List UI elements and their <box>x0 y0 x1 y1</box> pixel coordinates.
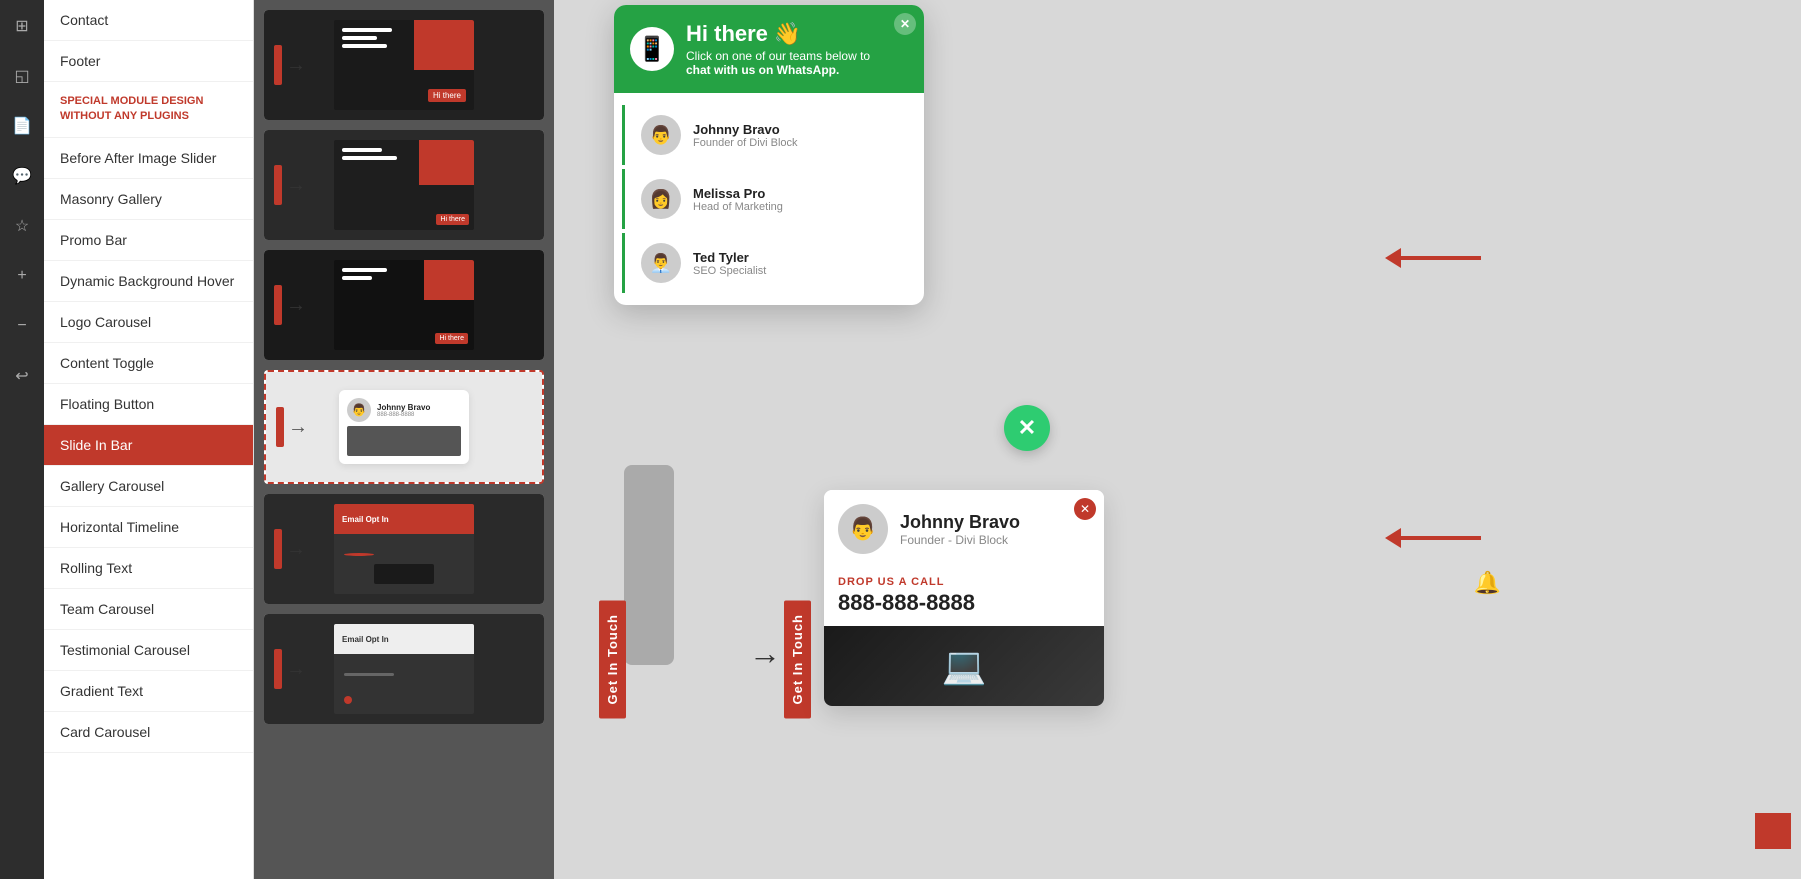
floating-card-avatar: 👨 <box>838 504 888 554</box>
star-icon[interactable]: ☆ <box>6 210 38 242</box>
preview-panel: → Hi there → <box>254 0 554 879</box>
ted-role: SEO Specialist <box>693 265 766 277</box>
nav-item-footer[interactable]: Footer <box>44 41 253 82</box>
whatsapp-header: 📱 Hi there 👋 Click on one of our teams b… <box>614 5 924 93</box>
contact-item-johnny[interactable]: 👨 Johnny Bravo Founder of Divi Block <box>622 105 916 165</box>
floating-card-close-button[interactable]: ✕ <box>1074 498 1096 520</box>
black-arrow-indicator: → <box>749 635 781 672</box>
nav-item-team-carousel[interactable]: Team Carousel <box>44 589 253 630</box>
nav-item-card-carousel[interactable]: Card Carousel <box>44 712 253 753</box>
contact-item-melissa[interactable]: 👩 Melissa Pro Head of Marketing <box>622 169 916 229</box>
preview-card-6[interactable]: → Email Opt In <box>264 614 544 724</box>
nav-item-contact[interactable]: Contact <box>44 0 253 41</box>
floating-card-body: DROP US A CALL 888-888-8888 💻 <box>824 568 1104 706</box>
mobile-preview <box>624 465 674 665</box>
whatsapp-popup: 📱 Hi there 👋 Click on one of our teams b… <box>614 5 924 305</box>
ted-name: Ted Tyler <box>693 250 766 265</box>
johnny-avatar: 👨 <box>641 115 681 155</box>
preview-card-2[interactable]: → Hi there <box>264 130 544 240</box>
layers-icon[interactable]: ◱ <box>6 60 38 92</box>
file-icon[interactable]: 📄 <box>6 110 38 142</box>
contact-item-ted[interactable]: 👨‍💼 Ted Tyler SEO Specialist <box>622 233 916 293</box>
main-area: 📱 Hi there 👋 Click on one of our teams b… <box>554 0 1801 879</box>
red-square-corner <box>1755 813 1791 849</box>
whatsapp-subtitle: Click on one of our teams below to chat … <box>686 49 870 77</box>
preview-card-5[interactable]: → Email Opt In <box>264 494 544 604</box>
preview-card-3[interactable]: → Hi there <box>264 250 544 360</box>
floating-card-popup: 👨 Johnny Bravo Founder - Divi Block ✕ DR… <box>824 490 1104 706</box>
preview-card-1[interactable]: → Hi there <box>264 10 544 120</box>
nav-item-horizontal-timeline[interactable]: Horizontal Timeline <box>44 507 253 548</box>
nav-item-dynamic-bg[interactable]: Dynamic Background Hover <box>44 261 253 302</box>
johnny-role: Founder of Divi Block <box>693 137 798 149</box>
nav-item-content-toggle[interactable]: Content Toggle <box>44 343 253 384</box>
red-arrow-2 <box>1385 528 1481 548</box>
whatsapp-close-button[interactable]: ✕ <box>894 13 916 35</box>
grid-icon[interactable]: ⊞ <box>6 10 38 42</box>
melissa-avatar: 👩 <box>641 179 681 219</box>
undo-icon[interactable]: ↩ <box>6 360 38 392</box>
phone-number: 888-888-8888 <box>824 590 1104 626</box>
message-icon[interactable]: 💬 <box>6 160 38 192</box>
ted-avatar: 👨‍💼 <box>641 243 681 283</box>
nav-item-logo-carousel[interactable]: Logo Carousel <box>44 302 253 343</box>
get-in-touch-bar-right[interactable]: Get In Touch <box>784 600 811 718</box>
floating-card-role: Founder - Divi Block <box>900 533 1020 547</box>
johnny-name: Johnny Bravo <box>693 122 798 137</box>
whatsapp-wave-icon: 👋 <box>774 21 801 47</box>
icon-sidebar: ⊞ ◱ 📄 💬 ☆ + − ↩ <box>0 0 44 879</box>
nav-item-rolling-text[interactable]: Rolling Text <box>44 548 253 589</box>
floating-card-image: 💻 <box>824 626 1104 706</box>
contact-list: 👨 Johnny Bravo Founder of Divi Block 👩 M… <box>614 93 924 305</box>
plus-icon[interactable]: + <box>6 260 38 292</box>
nav-item-testimonial-carousel[interactable]: Testimonial Carousel <box>44 630 253 671</box>
nav-item-masonry[interactable]: Masonry Gallery <box>44 179 253 220</box>
whatsapp-icon: 📱 <box>630 27 674 71</box>
nav-item-gallery-carousel[interactable]: Gallery Carousel <box>44 466 253 507</box>
nav-item-slide-in-bar[interactable]: Slide In Bar <box>44 425 253 466</box>
nav-sidebar: Contact Footer SPECIAL MODULE DESIGN WIT… <box>44 0 254 879</box>
get-in-touch-bar-left[interactable]: Get In Touch <box>599 600 626 718</box>
preview-card-4[interactable]: → 👨 Johnny Bravo 888-888-8888 <box>264 370 544 484</box>
floating-card-header: 👨 Johnny Bravo Founder - Divi Block ✕ <box>824 490 1104 568</box>
melissa-role: Head of Marketing <box>693 201 783 213</box>
nav-item-before-after[interactable]: Before After Image Slider <box>44 138 253 179</box>
nav-item-floating-button[interactable]: Floating Button <box>44 384 253 425</box>
drop-us-call-label: DROP US A CALL <box>824 568 1104 590</box>
green-x-button[interactable]: ✕ <box>1004 405 1050 451</box>
red-arrow-1 <box>1385 248 1481 268</box>
nav-item-promo-bar[interactable]: Promo Bar <box>44 220 253 261</box>
bell-icon: 🔔 <box>1474 570 1501 596</box>
minus-icon[interactable]: − <box>6 310 38 342</box>
melissa-name: Melissa Pro <box>693 186 783 201</box>
special-module-label: SPECIAL MODULE DESIGN WITHOUT ANY PLUGIN… <box>44 82 253 138</box>
laptop-icon: 💻 <box>942 645 987 687</box>
whatsapp-title: Hi there <box>686 21 768 47</box>
floating-card-name: Johnny Bravo <box>900 512 1020 533</box>
nav-item-gradient-text[interactable]: Gradient Text <box>44 671 253 712</box>
